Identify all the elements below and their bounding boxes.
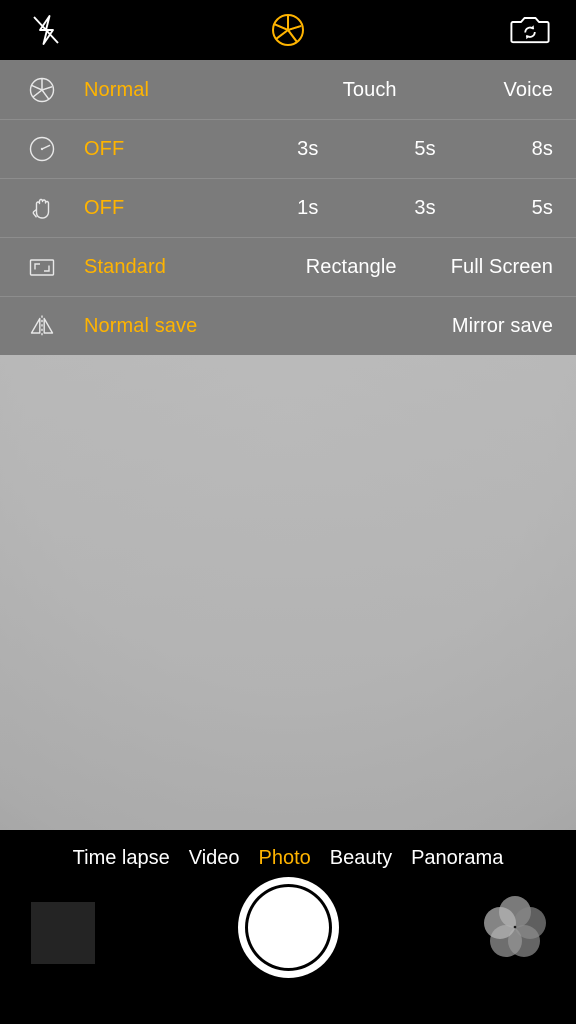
- timer-icon: [0, 133, 84, 165]
- setting-options-aspect-ratio: Standard Rectangle Full Screen: [84, 238, 576, 296]
- option-timer-1[interactable]: 3s: [201, 139, 318, 159]
- mode-tab-photo[interactable]: Photo: [259, 848, 311, 868]
- option-gesture-1[interactable]: 1s: [201, 198, 318, 218]
- option-aspect-ratio-1[interactable]: Rectangle: [240, 257, 397, 277]
- gallery-thumbnail-button[interactable]: [31, 902, 95, 964]
- setting-options-mirror-save: Normal save Mirror save: [84, 297, 576, 355]
- mode-tab-time-lapse[interactable]: Time lapse: [73, 848, 170, 868]
- setting-options-timer: OFF 3s 5s 8s: [84, 120, 576, 178]
- frame-ratio-icon: [0, 251, 84, 283]
- option-gesture-0[interactable]: OFF: [84, 198, 201, 218]
- option-capture-mode-1[interactable]: Touch: [240, 80, 397, 100]
- setting-row-mirror-save: Normal save Mirror save: [0, 296, 576, 355]
- setting-row-capture-mode: Normal Touch Voice: [0, 60, 576, 119]
- camera-app: Normal Touch Voice OFF 3s 5s 8s OFF 1s 3…: [0, 0, 576, 1024]
- option-gesture-2[interactable]: 3s: [319, 198, 436, 218]
- camera-settings-panel: Normal Touch Voice OFF 3s 5s 8s OFF 1s 3…: [0, 60, 576, 355]
- capture-mode-button[interactable]: [260, 6, 316, 54]
- option-mirror-save-0[interactable]: Normal save: [84, 316, 319, 336]
- option-gesture-3[interactable]: 5s: [436, 198, 553, 218]
- shutter-inner-circle: [245, 884, 332, 971]
- mode-tab-video[interactable]: Video: [189, 848, 240, 868]
- mode-tab-beauty[interactable]: Beauty: [330, 848, 392, 868]
- option-mirror-save-1[interactable]: Mirror save: [319, 316, 554, 336]
- shutter-button[interactable]: [238, 877, 339, 978]
- camera-mode-strip: Time lapse Video Photo Beauty Panorama: [0, 848, 576, 868]
- bottom-toolbar: Time lapse Video Photo Beauty Panorama: [0, 830, 576, 1024]
- setting-row-aspect-ratio: Standard Rectangle Full Screen: [0, 237, 576, 296]
- filter-flower-icon[interactable]: [477, 889, 553, 965]
- mode-tab-panorama[interactable]: Panorama: [411, 848, 503, 868]
- option-aspect-ratio-0[interactable]: Standard: [84, 257, 240, 277]
- aperture-icon: [0, 74, 84, 106]
- flash-toggle-button[interactable]: [18, 6, 74, 54]
- setting-options-gesture: OFF 1s 3s 5s: [84, 179, 576, 237]
- setting-row-timer: OFF 3s 5s 8s: [0, 119, 576, 178]
- switch-camera-button[interactable]: [502, 6, 558, 54]
- option-timer-2[interactable]: 5s: [319, 139, 436, 159]
- mirror-icon: [0, 310, 84, 342]
- option-aspect-ratio-2[interactable]: Full Screen: [397, 257, 553, 277]
- capture-controls: [0, 877, 576, 1024]
- option-timer-0[interactable]: OFF: [84, 139, 201, 159]
- flash-off-icon: [27, 11, 65, 49]
- option-capture-mode-0[interactable]: Normal: [84, 80, 240, 100]
- aperture-icon: [266, 8, 310, 52]
- option-capture-mode-2[interactable]: Voice: [397, 80, 553, 100]
- hand-gesture-icon: [0, 192, 84, 224]
- option-timer-3[interactable]: 8s: [436, 139, 553, 159]
- top-toolbar: [0, 0, 576, 60]
- camera-switch-icon: [509, 11, 551, 49]
- setting-options-capture-mode: Normal Touch Voice: [84, 60, 576, 119]
- setting-row-gesture: OFF 1s 3s 5s: [0, 178, 576, 237]
